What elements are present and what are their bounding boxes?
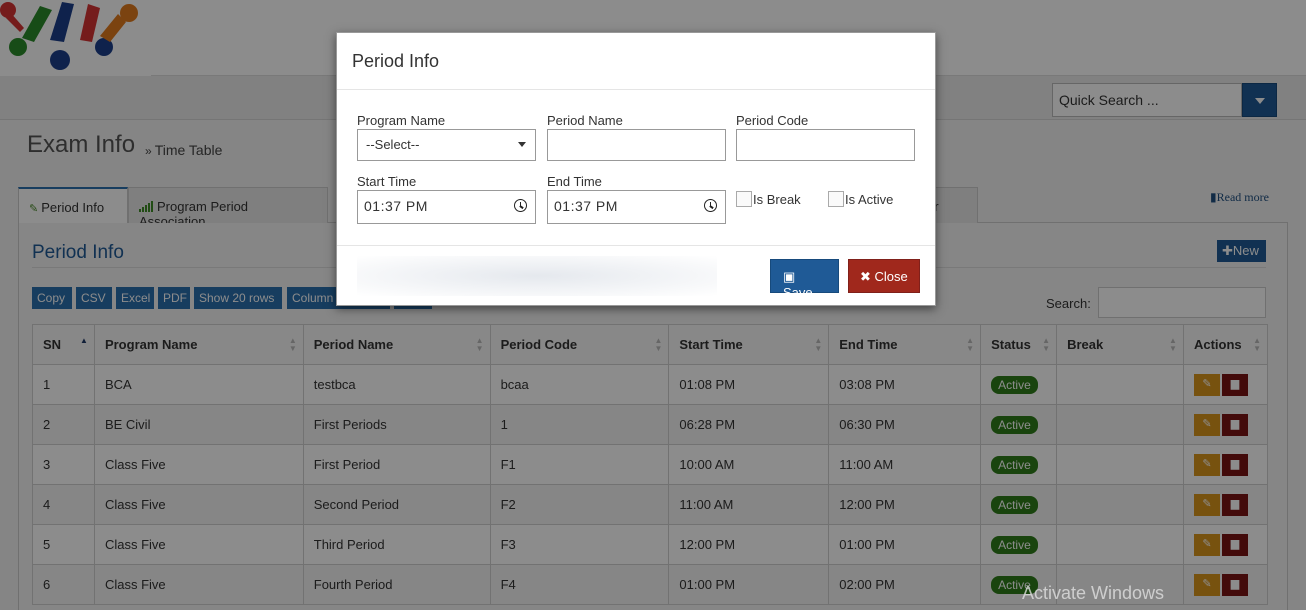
program-name-label: Program Name bbox=[357, 113, 446, 128]
end-time-input[interactable]: 01:37 PM bbox=[547, 190, 726, 224]
modal-header: Period Info bbox=[337, 33, 935, 90]
end-time-label: End Time bbox=[547, 174, 602, 189]
activate-windows-watermark: Activate Windows bbox=[1022, 583, 1165, 603]
program-name-selected-value: --Select-- bbox=[366, 137, 420, 152]
start-time-input[interactable]: 01:37 PM bbox=[357, 190, 536, 224]
footer-shadow bbox=[357, 256, 717, 296]
save-button[interactable]: ▣ Save bbox=[770, 259, 839, 300]
floppy-disk-icon: ▣ bbox=[783, 269, 796, 284]
modal-footer: ▣ Save ✖ Close bbox=[337, 245, 935, 305]
period-code-label: Period Code bbox=[736, 113, 809, 128]
close-button[interactable]: ✖ Close bbox=[848, 259, 920, 293]
is-break-checkbox[interactable] bbox=[736, 191, 752, 207]
period-name-input[interactable] bbox=[547, 129, 726, 161]
clock-icon[interactable] bbox=[704, 199, 717, 212]
is-break-label: Is Break bbox=[753, 192, 801, 207]
start-time-value: 01:37 PM bbox=[364, 198, 428, 214]
is-active-label: Is Active bbox=[845, 192, 894, 207]
end-time-value: 01:37 PM bbox=[554, 198, 618, 214]
save-button-label: Save bbox=[783, 285, 813, 300]
close-button-label: Close bbox=[874, 269, 908, 284]
chevron-down-icon bbox=[518, 142, 526, 147]
x-icon: ✖ bbox=[860, 269, 871, 284]
start-time-label: Start Time bbox=[357, 174, 417, 189]
period-name-label: Period Name bbox=[547, 113, 623, 128]
is-active-checkbox[interactable] bbox=[828, 191, 844, 207]
period-code-input[interactable] bbox=[736, 129, 915, 161]
program-name-select[interactable]: --Select-- bbox=[357, 129, 536, 161]
period-info-modal: Period Info Program Name --Select-- Peri… bbox=[336, 32, 936, 306]
clock-icon[interactable] bbox=[514, 199, 527, 212]
modal-title: Period Info bbox=[352, 51, 440, 71]
